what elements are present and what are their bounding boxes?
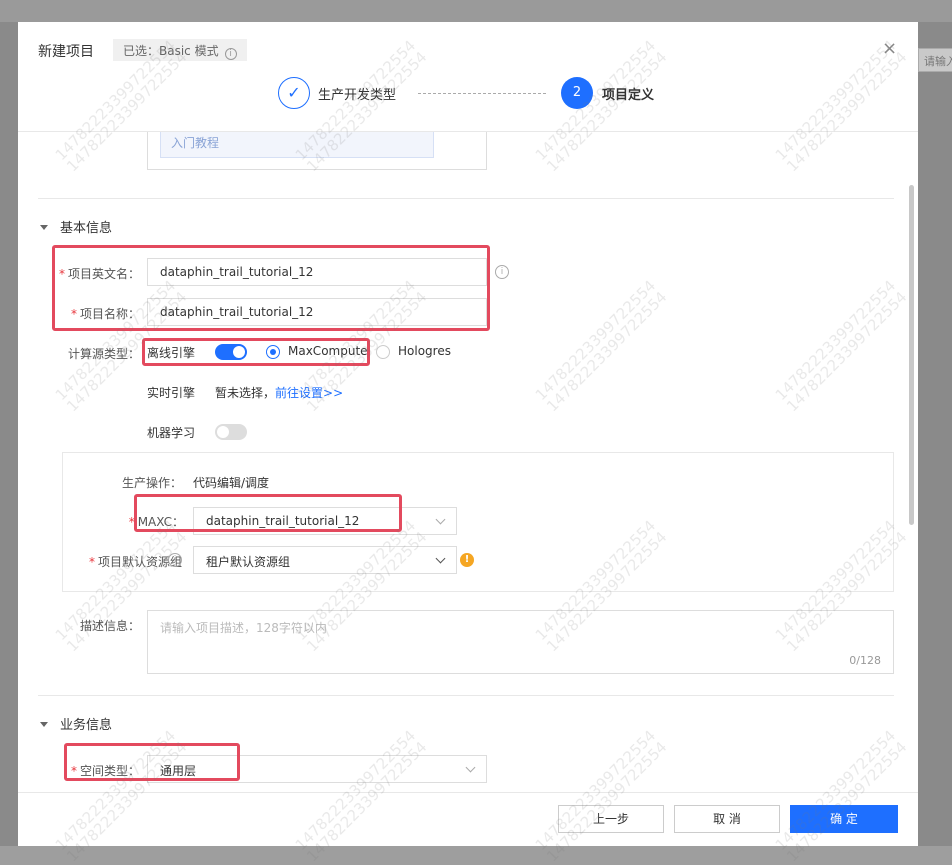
new-project-dialog: 新建项目 已选：Basic 模式 i × ✓ 生产开发类型 2 项目定义 入门教程… <box>18 22 918 846</box>
warning-icon[interactable]: ! <box>460 553 474 567</box>
template-card-preview: 入门教程 <box>160 132 434 158</box>
background-overlay-bottom <box>0 846 952 865</box>
resource-group-select[interactable]: 租户默认资源组 <box>193 546 457 574</box>
divider <box>38 695 894 696</box>
step-label-project-definition: 项目定义 <box>602 88 655 103</box>
description-label: 描述信息： <box>79 619 140 633</box>
toggle-knob <box>217 426 229 438</box>
production-op-value: 代码编辑/调度 <box>193 476 270 490</box>
mode-tag-label: 已选：Basic 模式 <box>123 44 219 58</box>
dialog-title: 新建项目 <box>38 44 94 60</box>
description-char-count: 0/128 <box>849 654 881 667</box>
mode-tag: 已选：Basic 模式 i <box>113 39 247 61</box>
highlight-box-space-type <box>64 743 240 781</box>
section-business-info[interactable]: 业务信息 <box>40 714 112 733</box>
background-overlay-top <box>0 0 952 22</box>
description-textarea[interactable]: 请输入项目描述，128字符以内 0/128 <box>147 610 894 674</box>
machine-learning-toggle[interactable] <box>215 424 247 440</box>
resource-group-label: * 项目默认资源组 <box>62 553 182 570</box>
highlight-box-name-fields <box>52 245 490 331</box>
chevron-down-icon <box>435 553 446 564</box>
dialog-footer: 上一步 取 消 确 定 <box>18 792 918 846</box>
prev-step-button[interactable]: 上一步 <box>558 805 664 833</box>
chevron-down-icon <box>435 514 446 525</box>
template-card-label: 入门教程 <box>171 136 220 150</box>
hologres-label[interactable]: Hologres <box>398 344 451 358</box>
dialog-header: 新建项目 已选：Basic 模式 i × ✓ 生产开发类型 2 项目定义 <box>18 22 918 132</box>
hologres-radio[interactable] <box>376 345 390 359</box>
confirm-button[interactable]: 确 定 <box>790 805 898 833</box>
goto-settings-link[interactable]: 前往设置>> <box>275 386 343 400</box>
realtime-engine-value: 暂未选择，前往设置>> <box>215 384 343 401</box>
machine-learning-label: 机器学习 <box>147 426 196 440</box>
compute-type-label: 计算源类型： <box>67 347 140 361</box>
info-icon[interactable]: i <box>495 265 509 279</box>
resource-group-select-value: 租户默认资源组 <box>206 555 291 569</box>
chevron-down-icon <box>465 762 476 773</box>
background-search-input: 请输入 <box>918 48 952 72</box>
vertical-scrollbar[interactable] <box>909 185 914 525</box>
info-icon[interactable]: i <box>168 553 182 567</box>
realtime-engine-label: 实时引擎 <box>147 386 196 400</box>
info-icon[interactable]: i <box>224 48 237 60</box>
description-placeholder: 请输入项目描述，128字符以内 <box>160 621 327 635</box>
divider <box>38 198 894 199</box>
step-number-active: 2 <box>561 77 593 109</box>
dialog-body: 入门教程 基本信息 * 项目英文名： dataphin_trail_tutoria… <box>18 132 918 792</box>
required-mark: * <box>88 555 95 569</box>
caret-down-icon <box>40 225 48 230</box>
close-icon[interactable]: × <box>882 38 897 59</box>
highlight-box-compute-type <box>142 338 370 366</box>
step-done-check-icon: ✓ <box>278 77 310 109</box>
realtime-engine-status: 暂未选择， <box>215 386 276 400</box>
step-label-production-type[interactable]: 生产开发类型 <box>318 84 396 103</box>
caret-down-icon <box>40 722 48 727</box>
production-op-label: 生产操作： <box>121 476 182 490</box>
step-connector <box>418 93 546 94</box>
section-basic-info-title: 基本信息 <box>60 221 113 236</box>
section-business-info-title: 业务信息 <box>60 718 113 733</box>
highlight-box-maxc <box>134 494 402 532</box>
cancel-button[interactable]: 取 消 <box>674 805 780 833</box>
section-basic-info[interactable]: 基本信息 <box>40 217 112 236</box>
